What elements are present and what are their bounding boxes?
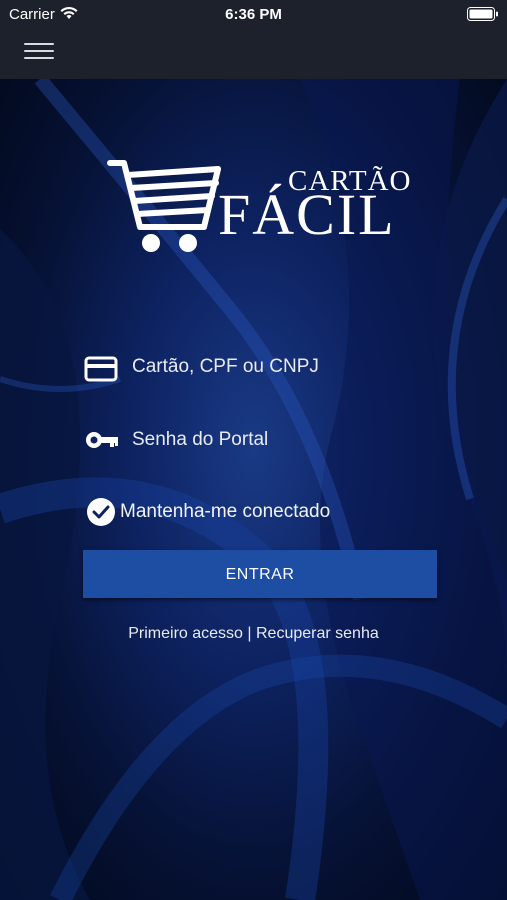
logo-line2: FÁCIL — [218, 182, 396, 247]
status-bar: Carrier 6:36 PM — [0, 0, 507, 28]
first-access-link[interactable]: Primeiro acesso — [128, 625, 243, 642]
hamburger-menu-icon[interactable] — [24, 43, 54, 63]
cartao-facil-logo: CARTÃO FÁCIL — [106, 155, 416, 255]
links-separator: | — [242, 625, 256, 642]
remember-me-label[interactable]: Mantenha-me conectado — [120, 501, 330, 523]
key-icon — [86, 432, 118, 448]
status-time: 6:36 PM — [225, 6, 282, 23]
account-links: Primeiro acesso | Recuperar senha — [0, 625, 507, 643]
card-cpf-cnpj-placeholder: Cartão, CPF ou CNPJ — [132, 356, 319, 377]
card-cpf-cnpj-field[interactable]: Cartão, CPF ou CNPJ — [84, 348, 439, 388]
checkmark-icon — [92, 505, 110, 519]
battery-icon — [467, 7, 498, 21]
nav-bar — [0, 28, 507, 79]
recover-password-link[interactable]: Recuperar senha — [256, 625, 379, 642]
credit-card-icon — [84, 356, 118, 382]
entrar-button[interactable]: ENTRAR — [83, 550, 437, 598]
password-field[interactable]: Senha do Portal — [84, 421, 439, 461]
remember-me-checkbox[interactable] — [87, 498, 115, 526]
shopping-cart-icon — [107, 160, 221, 252]
entrar-button-label: ENTRAR — [225, 566, 295, 583]
password-placeholder: Senha do Portal — [132, 429, 269, 450]
